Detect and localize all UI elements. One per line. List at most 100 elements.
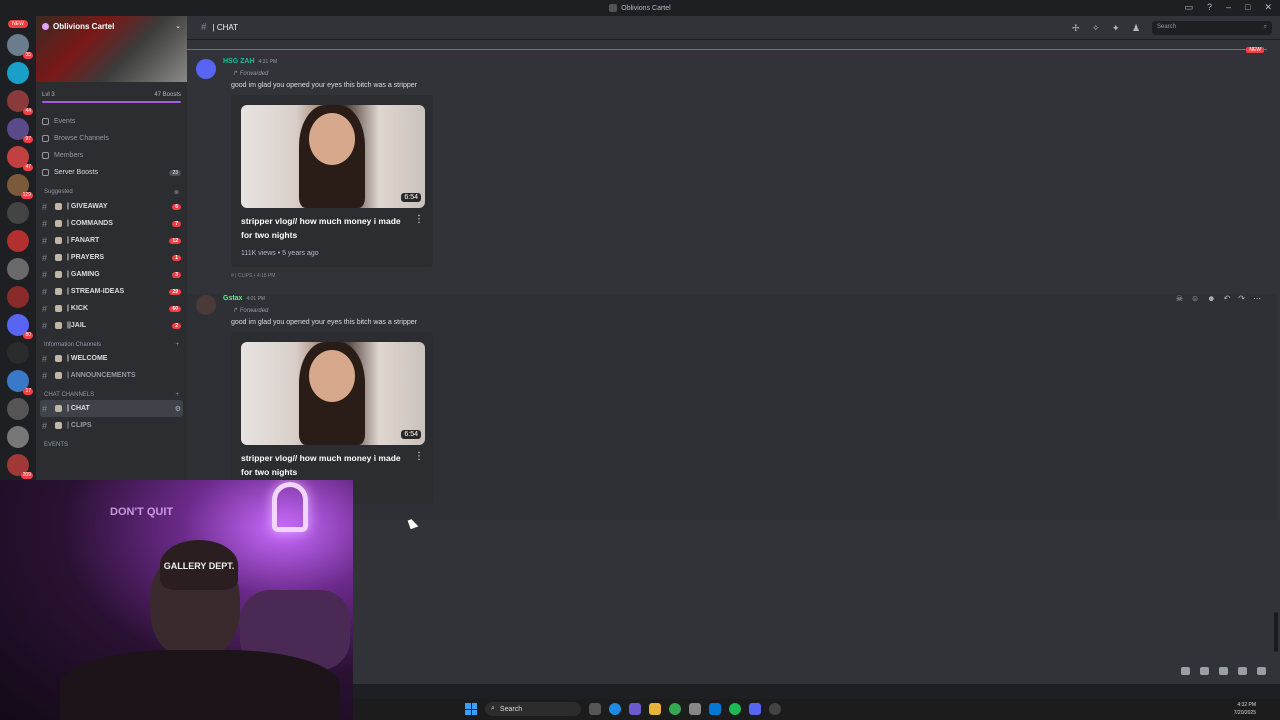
reaction-icon[interactable]: ☺ bbox=[1191, 294, 1199, 303]
server-icon[interactable]: 35 bbox=[7, 34, 33, 59]
server-icon[interactable]: 17 bbox=[7, 370, 33, 395]
menu-browse-channels[interactable]: Browse Channels bbox=[42, 130, 181, 147]
chevron-down-icon[interactable]: ⌄ bbox=[175, 22, 181, 30]
obs-icon[interactable] bbox=[769, 703, 781, 715]
channel-item[interactable]: # ||JAIL 2 bbox=[36, 317, 187, 334]
discord-icon[interactable] bbox=[749, 703, 761, 715]
category-chat[interactable]: CHAT CHANNELS + bbox=[36, 384, 187, 400]
add-channel-icon[interactable]: + bbox=[175, 392, 179, 398]
video-embed[interactable]: 6:54 stripper vlog// how much money i ma… bbox=[231, 95, 433, 267]
channel-item[interactable]: # | GIVEAWAY 6 bbox=[36, 198, 187, 215]
search-input[interactable]: Search ⌕ bbox=[1152, 21, 1272, 35]
server-icon[interactable]: 97 bbox=[7, 118, 33, 143]
channel-announcements[interactable]: # | ANNOUNCEMENTS bbox=[36, 367, 187, 384]
boost-progress[interactable]: Lvl 3 47 Boosts bbox=[36, 82, 187, 98]
windows-start-icon[interactable] bbox=[465, 703, 477, 715]
channel-chat[interactable]: # | CHAT ⚙ bbox=[40, 400, 183, 417]
close-button[interactable]: ✕ bbox=[1264, 2, 1272, 13]
forward-icon[interactable]: ↷ bbox=[1238, 294, 1245, 303]
server-icon[interactable] bbox=[7, 258, 29, 280]
server-icon[interactable] bbox=[7, 426, 29, 448]
add-reaction-icon[interactable]: ☻ bbox=[1207, 294, 1215, 303]
server-banner[interactable]: Oblivions Cartel ⌄ bbox=[36, 16, 187, 82]
avatar[interactable] bbox=[196, 59, 216, 79]
channel-item[interactable]: # | PRAYERS 1 bbox=[36, 249, 187, 266]
channel-title: | CHAT bbox=[212, 23, 239, 32]
video-thumbnail[interactable]: 6:54 bbox=[241, 105, 425, 208]
settings-icon[interactable]: ⚙ bbox=[175, 405, 181, 413]
menu-events[interactable]: Events bbox=[42, 113, 181, 130]
channel-item[interactable]: # | STREAM-IDEAS 29 bbox=[36, 283, 187, 300]
server-icon[interactable]: 44 bbox=[7, 90, 33, 115]
gift-icon[interactable] bbox=[1181, 667, 1190, 675]
minimize-button[interactable]: – bbox=[1226, 2, 1231, 13]
sticker-icon[interactable] bbox=[1219, 667, 1228, 675]
chrome-icon[interactable] bbox=[669, 703, 681, 715]
username[interactable]: HSG ZAH 4:31 PM bbox=[223, 58, 277, 65]
system-clock[interactable]: 4:32 PM 7/20/2025 bbox=[1234, 701, 1256, 717]
username[interactable]: Gstax 4:01 PM bbox=[223, 295, 265, 302]
server-menu: Events Browse Channels Members Server Bo… bbox=[36, 103, 187, 181]
message[interactable]: HSG ZAH 4:31 PM ↱ Forwarded good im glad … bbox=[187, 58, 1277, 284]
video-thumbnail[interactable]: 6:54 bbox=[241, 342, 425, 445]
channel-item[interactable]: # | KICK 60 bbox=[36, 300, 187, 317]
spotify-icon[interactable] bbox=[729, 703, 741, 715]
members-list-icon[interactable]: ♟ bbox=[1132, 23, 1142, 33]
avatar[interactable] bbox=[196, 295, 216, 315]
server-icon[interactable] bbox=[7, 286, 29, 308]
channel-clips[interactable]: # | CLIPS bbox=[36, 417, 187, 434]
server-icon[interactable]: 80 bbox=[7, 314, 33, 339]
server-icon[interactable] bbox=[7, 342, 29, 364]
channel-item[interactable]: # | GAMING 3 bbox=[36, 266, 187, 283]
apps-icon[interactable] bbox=[1257, 667, 1266, 675]
film-emoji-icon bbox=[55, 422, 62, 429]
channel-item[interactable]: # | FANART 12 bbox=[36, 232, 187, 249]
reply-icon[interactable]: ↶ bbox=[1224, 294, 1231, 303]
emoji-icon[interactable] bbox=[1238, 667, 1247, 675]
video-title[interactable]: stripper vlog// how much money i made fo… bbox=[241, 214, 406, 242]
server-name[interactable]: Oblivions Cartel bbox=[42, 22, 114, 31]
server-icon[interactable]: 47 bbox=[7, 146, 33, 171]
server-icon[interactable]: 209 bbox=[7, 454, 33, 479]
dismiss-icon[interactable]: ⊗ bbox=[174, 189, 179, 196]
scrollbar[interactable] bbox=[1274, 612, 1278, 652]
edge-icon[interactable] bbox=[609, 703, 621, 715]
channel-welcome[interactable]: # | WELCOME bbox=[36, 350, 187, 367]
inbox-icon[interactable]: ▭ bbox=[1184, 2, 1193, 13]
server-icon[interactable] bbox=[7, 202, 29, 224]
copilot-icon[interactable] bbox=[629, 703, 641, 715]
more-options-icon[interactable]: ⋮ bbox=[414, 451, 424, 462]
username-text: HSG ZAH bbox=[223, 58, 255, 65]
channel-label: | FANART bbox=[67, 237, 100, 244]
menu-server-boosts[interactable]: Server Boosts 23 bbox=[42, 164, 181, 181]
server-icon[interactable] bbox=[7, 230, 29, 252]
more-options-icon[interactable]: ⋮ bbox=[414, 214, 424, 225]
threads-icon[interactable]: ✢ bbox=[1072, 23, 1082, 33]
video-embed[interactable]: 6:54 stripper vlog// how much money i ma… bbox=[231, 332, 433, 504]
maximize-button[interactable]: □ bbox=[1245, 2, 1250, 13]
category-events[interactable]: EVENTS bbox=[36, 434, 187, 450]
video-title[interactable]: stripper vlog// how much money i made fo… bbox=[241, 451, 406, 479]
mute-icon[interactable]: ✧ bbox=[1092, 23, 1102, 33]
menu-members[interactable]: Members bbox=[42, 147, 181, 164]
taskbar-search[interactable]: ⌕ Search bbox=[485, 702, 581, 716]
store-icon[interactable] bbox=[689, 703, 701, 715]
forward-source[interactable]: # | CLIPS • 4:18 PM bbox=[231, 273, 275, 279]
server-icon[interactable] bbox=[7, 62, 29, 84]
pin-icon[interactable]: ✦ bbox=[1112, 23, 1122, 33]
reaction-skull-icon[interactable]: ☠ bbox=[1176, 294, 1183, 303]
more-icon[interactable]: ⋯ bbox=[1253, 294, 1261, 303]
gif-icon[interactable] bbox=[1200, 667, 1209, 675]
category-info[interactable]: Information Channels + bbox=[36, 334, 187, 350]
channel-label: | WELCOME bbox=[67, 355, 108, 362]
task-view-icon[interactable] bbox=[589, 703, 601, 715]
server-icon[interactable]: 129 bbox=[7, 174, 33, 199]
channel-item[interactable]: # | COMMANDS 7 bbox=[36, 215, 187, 232]
help-icon[interactable]: ? bbox=[1207, 2, 1212, 13]
category-suggested[interactable]: Suggested ⊗ bbox=[36, 181, 187, 198]
add-channel-icon[interactable]: + bbox=[175, 342, 179, 348]
server-icon[interactable] bbox=[7, 398, 29, 420]
file-explorer-icon[interactable] bbox=[649, 703, 661, 715]
outlook-icon[interactable] bbox=[709, 703, 721, 715]
server-name-text: Oblivions Cartel bbox=[53, 22, 115, 31]
